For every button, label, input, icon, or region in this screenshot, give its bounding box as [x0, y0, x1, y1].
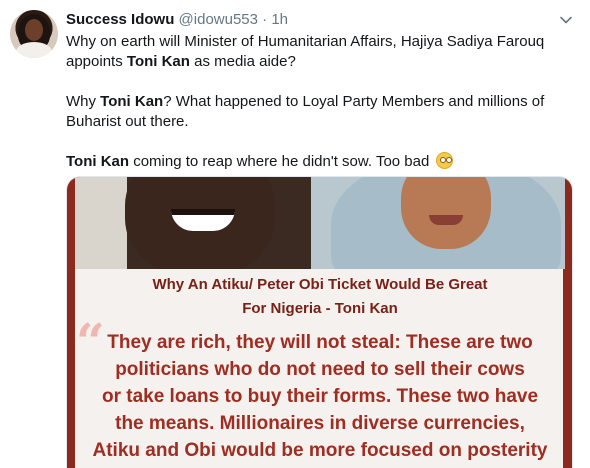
tweet-paragraph-2: Why Toni Kan? What happened to Loyal Par…: [66, 93, 545, 130]
tweet-header: Success Idowu @idowu553 · 1h: [66, 10, 288, 30]
tweet-paragraph-3: Toni Kan coming to reap where he didn't …: [66, 152, 566, 172]
quote-line: or take loans to buy their forms. These …: [101, 386, 539, 407]
tweet-media-image[interactable]: Why An Atiku/ Peter Obi Ticket Would Be …: [66, 176, 573, 468]
image-headline: Why An Atiku/ Peter Obi Ticket Would Be …: [152, 276, 488, 317]
rolling-eyes-emoji-icon: [435, 152, 453, 169]
tweet-time[interactable]: 1h: [271, 11, 288, 28]
avatar-face: [25, 19, 43, 41]
author-handle[interactable]: @idowu553: [179, 11, 258, 28]
tweet[interactable]: Success Idowu @idowu553 · 1h Why on eart…: [0, 0, 590, 468]
image-frame-left: [67, 177, 75, 468]
photo-woman-hijab: [311, 177, 565, 269]
avatar[interactable]: [10, 10, 58, 58]
avatar-body: [16, 42, 52, 58]
author-name[interactable]: Success Idowu: [66, 11, 174, 28]
tweet-text: Why on earth will Minister of Humanitari…: [66, 32, 566, 172]
separator: ·: [262, 11, 268, 28]
quote-line: politicians who do not need to sell thei…: [115, 359, 525, 380]
chevron-down-icon[interactable]: [559, 13, 573, 27]
quote-line: the means. Millionaires in diverse curre…: [115, 413, 525, 434]
quote-line: Atiku and Obi would be more focused on p…: [92, 440, 548, 461]
photo-man-smiling: [75, 177, 311, 269]
mention-toni-kan: Toni Kan: [126, 53, 190, 70]
tweet-paragraph-1: Why on earth will Minister of Humanitari…: [66, 33, 545, 70]
image-quote: They are rich, they will not steal: Thes…: [75, 329, 565, 464]
quote-line: They are rich, they will not steal: Thes…: [107, 332, 533, 353]
